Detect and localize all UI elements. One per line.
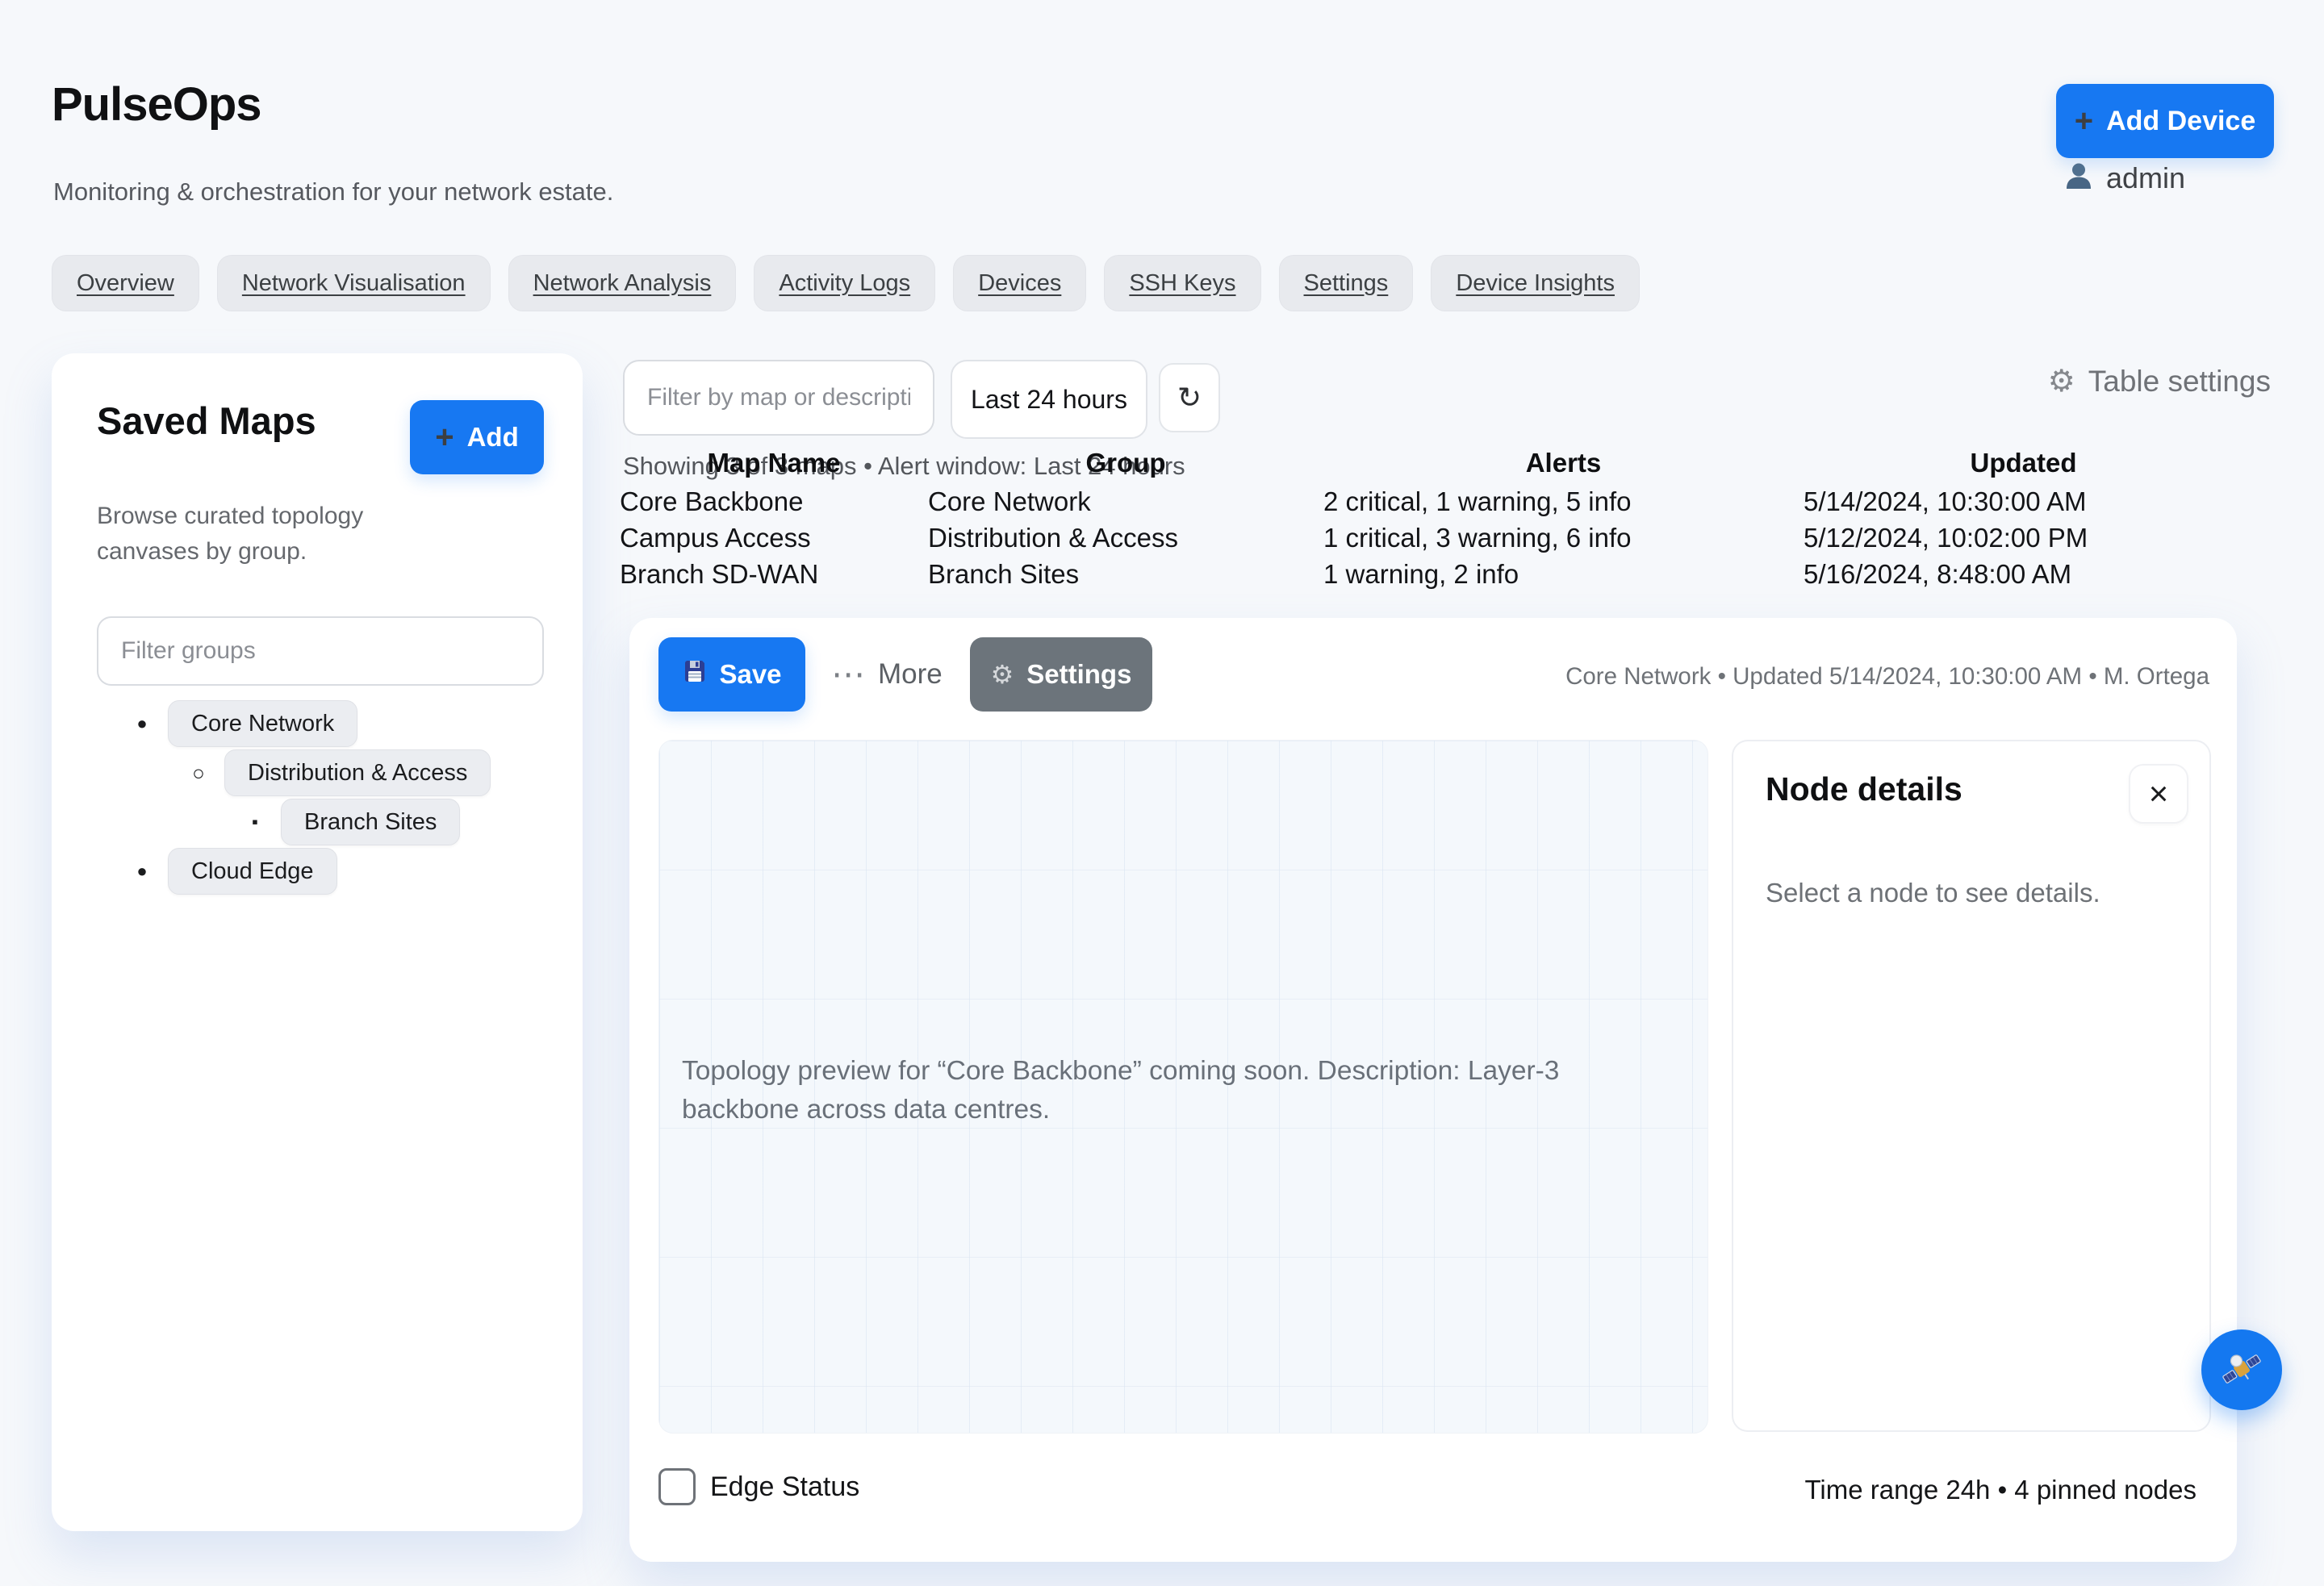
group-button-core-network[interactable]: Core Network <box>168 700 357 747</box>
edge-status-label: Edge Status <box>710 1471 859 1503</box>
canvas-footer-status: Time range 24h • 4 pinned nodes <box>1805 1475 2197 1505</box>
close-icon: × <box>2149 777 2169 811</box>
bullet-disc-icon: ● <box>126 713 158 734</box>
gear-icon: ⚙ <box>991 662 1014 687</box>
group-tree: ● Core Network ○ Distribution & Access ▪… <box>97 700 544 895</box>
user-avatar-icon <box>2063 160 2095 196</box>
table-cell-alerts: 1 critical, 3 warning, 6 info <box>1323 520 1804 556</box>
edge-status-checkbox[interactable] <box>658 1468 696 1505</box>
tab-network-visualisation[interactable]: Network Visualisation <box>217 255 491 311</box>
maps-table: Map Name Group Alerts Updated Core Backb… <box>620 443 2243 592</box>
page-subtitle: Monitoring & orchestration for your netw… <box>53 177 613 207</box>
table-settings-button[interactable]: ⚙ Table settings <box>2048 365 2271 399</box>
table-cell-group: Core Network <box>928 483 1323 520</box>
node-details-title: Node details <box>1766 770 2177 808</box>
table-cell-updated: 5/12/2024, 10:02:00 PM <box>1804 520 2243 556</box>
satellite-icon <box>2221 1348 2263 1392</box>
refresh-icon: ↻ <box>1177 383 1202 412</box>
table-cell-alerts: 2 critical, 1 warning, 5 info <box>1323 483 1804 520</box>
group-button-cloud-edge[interactable]: Cloud Edge <box>168 848 337 895</box>
group-button-branch-sites[interactable]: Branch Sites <box>281 799 460 845</box>
saved-maps-title: Saved Maps <box>97 400 316 442</box>
table-cell-updated: 5/16/2024, 8:48:00 AM <box>1804 556 2243 592</box>
save-button[interactable]: Save <box>658 637 805 712</box>
tab-devices[interactable]: Devices <box>953 255 1086 311</box>
tab-network-analysis[interactable]: Network Analysis <box>508 255 737 311</box>
time-range-select[interactable]: Last 24 hours <box>951 360 1147 439</box>
tab-device-insights[interactable]: Device Insights <box>1431 255 1640 311</box>
user-name: admin <box>2106 161 2185 195</box>
column-header-group: Group <box>928 443 1323 483</box>
save-label: Save <box>719 659 781 690</box>
node-details-panel: Node details × Select a node to see deta… <box>1732 740 2211 1432</box>
bullet-square-icon: ▪ <box>239 812 271 833</box>
close-button[interactable]: × <box>2129 764 2188 824</box>
group-button-distribution-access[interactable]: Distribution & Access <box>224 749 491 796</box>
add-device-button[interactable]: + Add Device <box>2056 84 2274 158</box>
table-settings-label: Table settings <box>2088 365 2271 399</box>
tree-item-branch-sites: ▪ Branch Sites <box>239 799 544 845</box>
settings-button[interactable]: ⚙ Settings <box>970 637 1152 712</box>
edge-status-toggle: Edge Status <box>658 1468 859 1505</box>
plus-icon: + <box>435 421 454 453</box>
tree-item-core-network: ● Core Network <box>126 700 544 747</box>
tree-item-distribution-access: ○ Distribution & Access <box>182 749 544 796</box>
tab-overview[interactable]: Overview <box>52 255 199 311</box>
preview-placeholder-message: Topology preview for “Core Backbone” com… <box>682 1052 1634 1129</box>
settings-label: Settings <box>1026 659 1131 690</box>
table-cell-map-name[interactable]: Core Backbone <box>620 483 928 520</box>
saved-maps-description: Browse curated topology canvases by grou… <box>97 499 444 570</box>
saved-maps-panel: Saved Maps + Add Browse curated topology… <box>52 353 583 1531</box>
tab-activity-logs[interactable]: Activity Logs <box>754 255 935 311</box>
more-label: More <box>878 658 943 691</box>
topology-preview-canvas[interactable]: Topology preview for “Core Backbone” com… <box>658 740 1708 1434</box>
filter-groups-input[interactable] <box>97 616 544 686</box>
table-cell-updated: 5/14/2024, 10:30:00 AM <box>1804 483 2243 520</box>
column-header-updated: Updated <box>1804 443 2243 483</box>
add-device-label: Add Device <box>2106 106 2255 137</box>
map-meta: Core Network • Updated 5/14/2024, 10:30:… <box>1565 663 2209 691</box>
refresh-button[interactable]: ↻ <box>1159 363 1220 432</box>
column-header-alerts: Alerts <box>1323 443 1804 483</box>
table-cell-map-name[interactable]: Campus Access <box>620 520 928 556</box>
add-map-button[interactable]: + Add <box>410 400 544 474</box>
page-title: PulseOps <box>52 77 261 131</box>
table-cell-map-name[interactable]: Branch SD-WAN <box>620 556 928 592</box>
tab-settings[interactable]: Settings <box>1279 255 1414 311</box>
ellipsis-icon: ⋯ <box>831 657 865 691</box>
more-button[interactable]: ⋯ More <box>826 637 947 712</box>
user-menu[interactable]: admin <box>2063 160 2185 196</box>
tree-item-cloud-edge: ● Cloud Edge <box>126 848 544 895</box>
table-cell-group: Distribution & Access <box>928 520 1323 556</box>
add-map-label: Add <box>467 422 519 453</box>
main-nav: Overview Network Visualisation Network A… <box>52 255 1640 311</box>
table-cell-group: Branch Sites <box>928 556 1323 592</box>
satellite-fab-button[interactable] <box>2201 1329 2282 1410</box>
gear-icon: ⚙ <box>2048 366 2075 397</box>
table-cell-alerts: 1 warning, 2 info <box>1323 556 1804 592</box>
bullet-disc-icon: ● <box>126 861 158 882</box>
save-icon <box>682 658 708 691</box>
column-header-map-name: Map Name <box>620 443 928 483</box>
bullet-circle-icon: ○ <box>182 761 215 786</box>
filter-maps-input[interactable] <box>623 360 934 436</box>
tab-ssh-keys[interactable]: SSH Keys <box>1104 255 1260 311</box>
plus-icon: + <box>2075 105 2093 137</box>
node-details-empty-message: Select a node to see details. <box>1766 878 2177 908</box>
